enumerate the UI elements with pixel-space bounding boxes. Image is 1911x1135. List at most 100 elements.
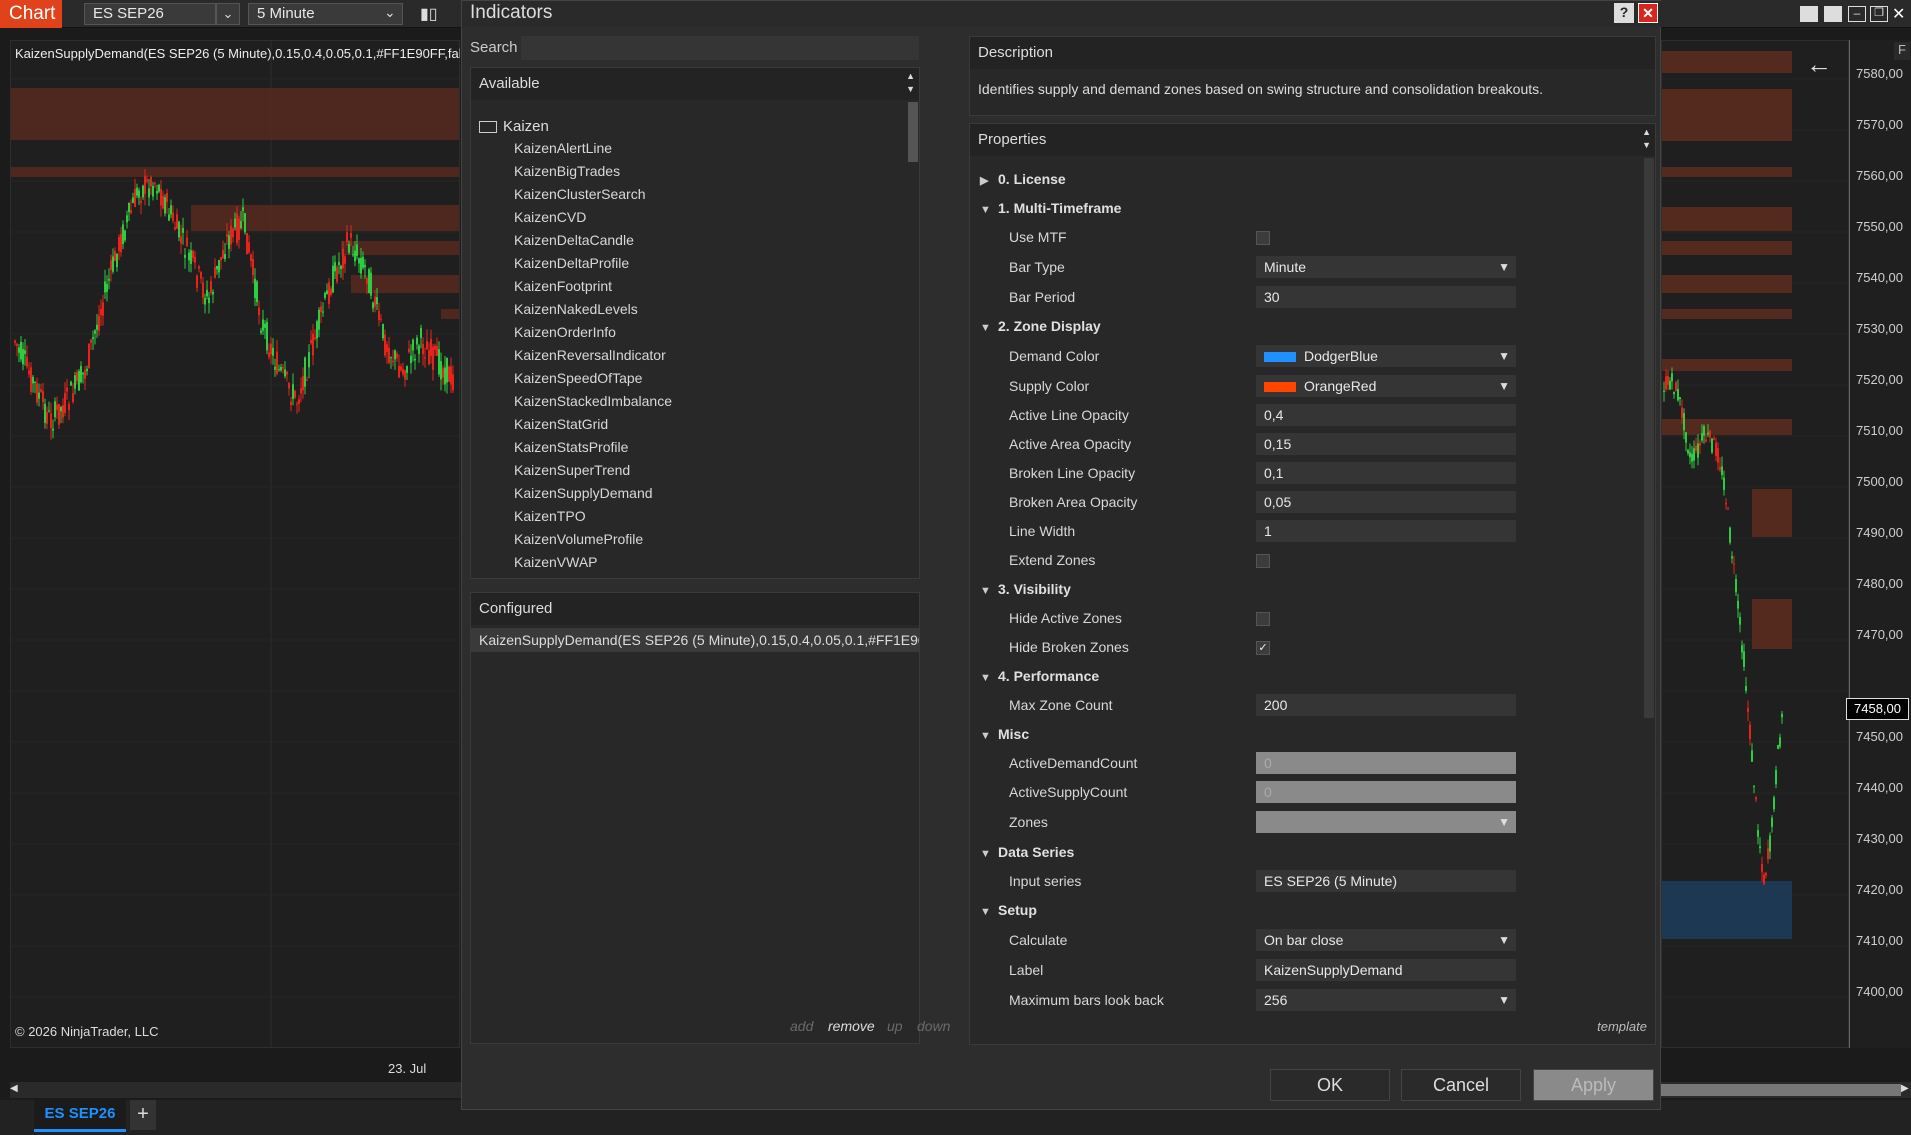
apply-button[interactable]: Apply: [1533, 1069, 1654, 1101]
layout-icon[interactable]: [1800, 6, 1818, 22]
candle-body: [176, 214, 178, 229]
available-item[interactable]: KaizenSupplyDemand: [514, 485, 653, 501]
properties-scrollbar[interactable]: [1644, 158, 1654, 718]
available-item[interactable]: KaizenStatsProfile: [514, 439, 628, 455]
up-button[interactable]: up: [887, 1018, 903, 1034]
available-scrollbar[interactable]: [908, 102, 918, 162]
help-button[interactable]: ?: [1614, 3, 1634, 23]
price-tick-label: 7440,00: [1856, 780, 1903, 795]
bar-type-select[interactable]: Minute ▼: [1256, 256, 1516, 278]
available-item[interactable]: KaizenBigTrades: [514, 163, 620, 179]
available-item[interactable]: KaizenDeltaCandle: [514, 232, 634, 248]
down-button[interactable]: down: [917, 1018, 950, 1034]
back-arrow-icon[interactable]: ←: [1806, 49, 1832, 80]
candle-body: [452, 374, 454, 391]
category-multi-timeframe[interactable]: ▼ 1. Multi-Timeframe: [980, 200, 1121, 216]
search-input[interactable]: [521, 36, 919, 60]
prop-hide-broken-label: Hide Broken Zones: [1009, 639, 1129, 655]
candle-body: [252, 259, 254, 276]
ok-button[interactable]: OK: [1270, 1069, 1390, 1101]
category-misc[interactable]: ▼ Misc: [980, 726, 1029, 742]
cancel-button[interactable]: Cancel: [1401, 1069, 1521, 1101]
price-tick-label: 7540,00: [1856, 270, 1903, 285]
candle-body: [158, 184, 160, 192]
use-mtf-checkbox[interactable]: [1256, 231, 1270, 245]
hide-broken-checkbox[interactable]: ✓: [1256, 641, 1270, 655]
price-chart-right[interactable]: ←: [1661, 40, 1849, 1048]
demand-color-select[interactable]: DodgerBlue ▼: [1256, 345, 1516, 367]
remove-button[interactable]: remove: [828, 1018, 875, 1034]
prop-active-supply-label: ActiveSupplyCount: [1009, 784, 1128, 800]
template-link[interactable]: template: [1597, 1019, 1647, 1034]
input-series-field[interactable]: ES SEP26 (5 Minute): [1256, 870, 1516, 892]
folder-kaizen[interactable]: Kaizen: [479, 118, 549, 135]
category-zone-display[interactable]: ▼ 2. Zone Display: [980, 318, 1101, 334]
configured-item[interactable]: KaizenSupplyDemand(ES SEP26 (5 Minute),0…: [471, 628, 919, 652]
minimize-icon[interactable]: –: [1848, 6, 1866, 22]
available-scroll-arrows-icon[interactable]: ▲ ▼: [906, 70, 915, 96]
available-item[interactable]: KaizenClusterSearch: [514, 186, 646, 202]
category-license[interactable]: ▶ 0. License: [980, 171, 1066, 187]
time-axis-label: 23. Jul: [388, 1061, 427, 1076]
max-bars-select[interactable]: 256 ▼: [1256, 989, 1516, 1011]
candle-body: [1733, 563, 1735, 565]
category-setup[interactable]: ▼ Setup: [980, 902, 1037, 918]
available-item[interactable]: KaizenVWAP: [514, 554, 598, 570]
available-item[interactable]: KaizenStatGrid: [514, 416, 608, 432]
prop-extend-zones-label: Extend Zones: [1009, 552, 1096, 568]
available-item[interactable]: KaizenVolumeProfile: [514, 531, 643, 547]
available-item[interactable]: KaizenFootprint: [514, 278, 612, 294]
active-area-opacity-input[interactable]: 0,15: [1256, 433, 1516, 455]
scroll-left-icon[interactable]: ◀: [10, 1083, 18, 1094]
bar-period-input[interactable]: 30: [1256, 286, 1516, 308]
available-item[interactable]: KaizenSuperTrend: [514, 462, 630, 478]
instrument-selector[interactable]: ES SEP26: [84, 3, 216, 25]
max-zone-input[interactable]: 200: [1256, 694, 1516, 716]
category-data-series[interactable]: ▼ Data Series: [980, 844, 1074, 860]
available-item[interactable]: KaizenCVD: [514, 209, 586, 225]
properties-scroll-arrows-icon[interactable]: ▲ ▼: [1642, 126, 1651, 152]
available-item[interactable]: KaizenSpeedOfTape: [514, 370, 642, 386]
line-width-input[interactable]: 1: [1256, 520, 1516, 542]
available-item[interactable]: KaizenTPO: [514, 508, 586, 524]
available-item[interactable]: KaizenAlertLine: [514, 140, 612, 156]
bar-style-icon[interactable]: ▮▯: [420, 4, 438, 24]
available-item[interactable]: KaizenReversalIndicator: [514, 347, 666, 363]
extend-zones-checkbox[interactable]: [1256, 554, 1270, 568]
scroll-right-icon[interactable]: ▶: [1901, 1083, 1909, 1094]
price-chart-left[interactable]: [10, 40, 460, 1048]
instrument-tab[interactable]: ES SEP26: [34, 1100, 126, 1132]
price-axis[interactable]: F 7580,00 7570,00 7560,00 7550,00 7540,00 753…: [1849, 40, 1911, 1048]
active-line-opacity-input[interactable]: 0,4: [1256, 404, 1516, 426]
available-item[interactable]: KaizenNakedLevels: [514, 301, 638, 317]
add-tab-button[interactable]: +: [130, 1100, 156, 1130]
close-window-icon[interactable]: ✕: [1892, 4, 1905, 24]
instrument-dropdown-icon[interactable]: ⌄: [216, 3, 240, 25]
restore-icon[interactable]: ❐: [1870, 6, 1888, 22]
candle-body: [154, 183, 156, 185]
tile-icon[interactable]: [1824, 6, 1842, 22]
available-item[interactable]: KaizenDeltaProfile: [514, 255, 629, 271]
calculate-select[interactable]: On bar close ▼: [1256, 929, 1516, 951]
candle-body: [1775, 770, 1777, 785]
add-button[interactable]: add: [790, 1018, 813, 1034]
label-input[interactable]: KaizenSupplyDemand: [1256, 959, 1516, 981]
chevron-down-icon[interactable]: ⌄: [384, 4, 396, 21]
supply-color-select[interactable]: OrangeRed ▼: [1256, 375, 1516, 397]
category-performance[interactable]: ▼ 4. Performance: [980, 668, 1099, 684]
chart-tab[interactable]: Chart: [0, 0, 62, 28]
scroll-thumb[interactable]: [1661, 1084, 1901, 1096]
prop-max-zone-label: Max Zone Count: [1009, 697, 1113, 713]
close-dialog-button[interactable]: ✕: [1638, 3, 1658, 23]
axis-menu-button[interactable]: F: [1894, 42, 1910, 60]
hide-active-checkbox[interactable]: [1256, 612, 1270, 626]
category-visibility[interactable]: ▼ 3. Visibility: [980, 581, 1071, 597]
candle-body: [366, 278, 368, 284]
broken-area-opacity-input[interactable]: 0,05: [1256, 491, 1516, 513]
broken-line-opacity-input[interactable]: 0,1: [1256, 462, 1516, 484]
candle-body: [78, 371, 80, 391]
candle-body: [124, 230, 126, 241]
interval-selector[interactable]: 5 Minute: [248, 3, 403, 25]
available-item[interactable]: KaizenStackedImbalance: [514, 393, 672, 409]
available-item[interactable]: KaizenOrderInfo: [514, 324, 616, 340]
